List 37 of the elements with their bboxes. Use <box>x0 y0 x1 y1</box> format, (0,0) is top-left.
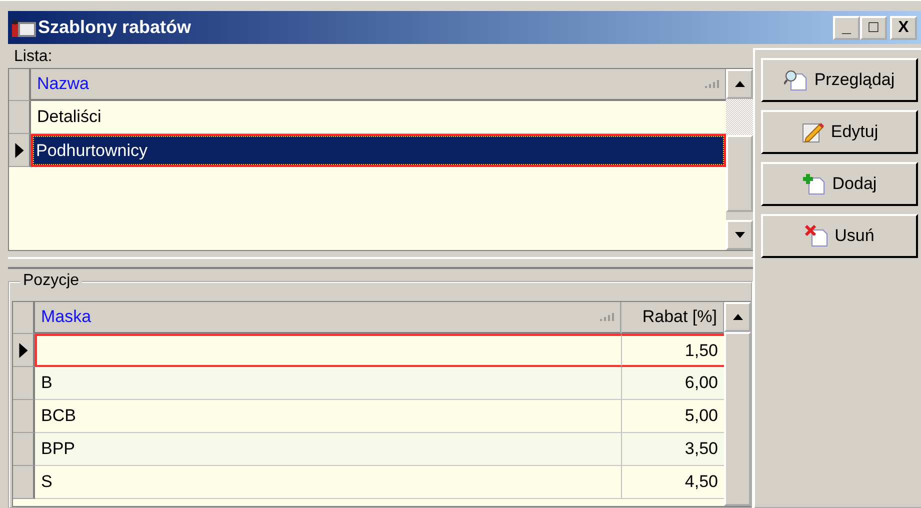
scroll-down-button[interactable] <box>726 220 753 250</box>
column-header[interactable]: Nazwa <box>31 69 726 101</box>
scrollbar[interactable] <box>726 69 753 250</box>
sort-icon <box>600 313 614 321</box>
window-control-button[interactable]: □ <box>860 16 887 40</box>
up-triangle-icon <box>732 314 742 320</box>
group-label: Pozycje <box>20 272 82 290</box>
action-button[interactable]: Edytuj <box>761 110 918 154</box>
scroll-thumb[interactable] <box>726 135 753 212</box>
up-triangle-icon <box>734 81 744 87</box>
table-cell: 3,50 <box>621 433 724 466</box>
table-cell: 1,50 <box>621 334 724 367</box>
table-cell: BPP <box>35 433 621 466</box>
magnifier-page-icon <box>784 69 808 91</box>
splitter[interactable] <box>8 257 753 269</box>
window-control-button[interactable]: X <box>890 16 917 40</box>
column-header[interactable]: Maska <box>35 302 621 334</box>
pencil-page-icon <box>800 121 825 143</box>
table-cell: B <box>35 367 621 400</box>
action-button[interactable]: Usuń <box>761 214 918 258</box>
scroll-up-button[interactable] <box>726 69 753 99</box>
table-cell: 6,00 <box>621 367 724 400</box>
sort-icon <box>705 80 719 88</box>
list-row[interactable]: Podhurtownicy <box>31 134 726 167</box>
window-title: Szablony rabatów <box>38 17 192 38</box>
scroll-up-button[interactable] <box>724 302 751 332</box>
plus-page-icon <box>802 173 826 195</box>
column-header[interactable]: Rabat [%] <box>621 302 724 334</box>
table-cell: 4,50 <box>621 466 724 499</box>
table-cell: 5,00 <box>621 400 724 433</box>
list-label: Lista: <box>13 48 54 67</box>
cross-page-icon <box>804 225 829 247</box>
down-triangle-icon <box>734 232 744 238</box>
action-button[interactable]: Przeglądaj <box>761 58 918 102</box>
window-control-button[interactable]: _ <box>833 16 860 40</box>
action-button[interactable]: Dodaj <box>761 162 918 206</box>
app-logo-icon <box>12 18 36 36</box>
